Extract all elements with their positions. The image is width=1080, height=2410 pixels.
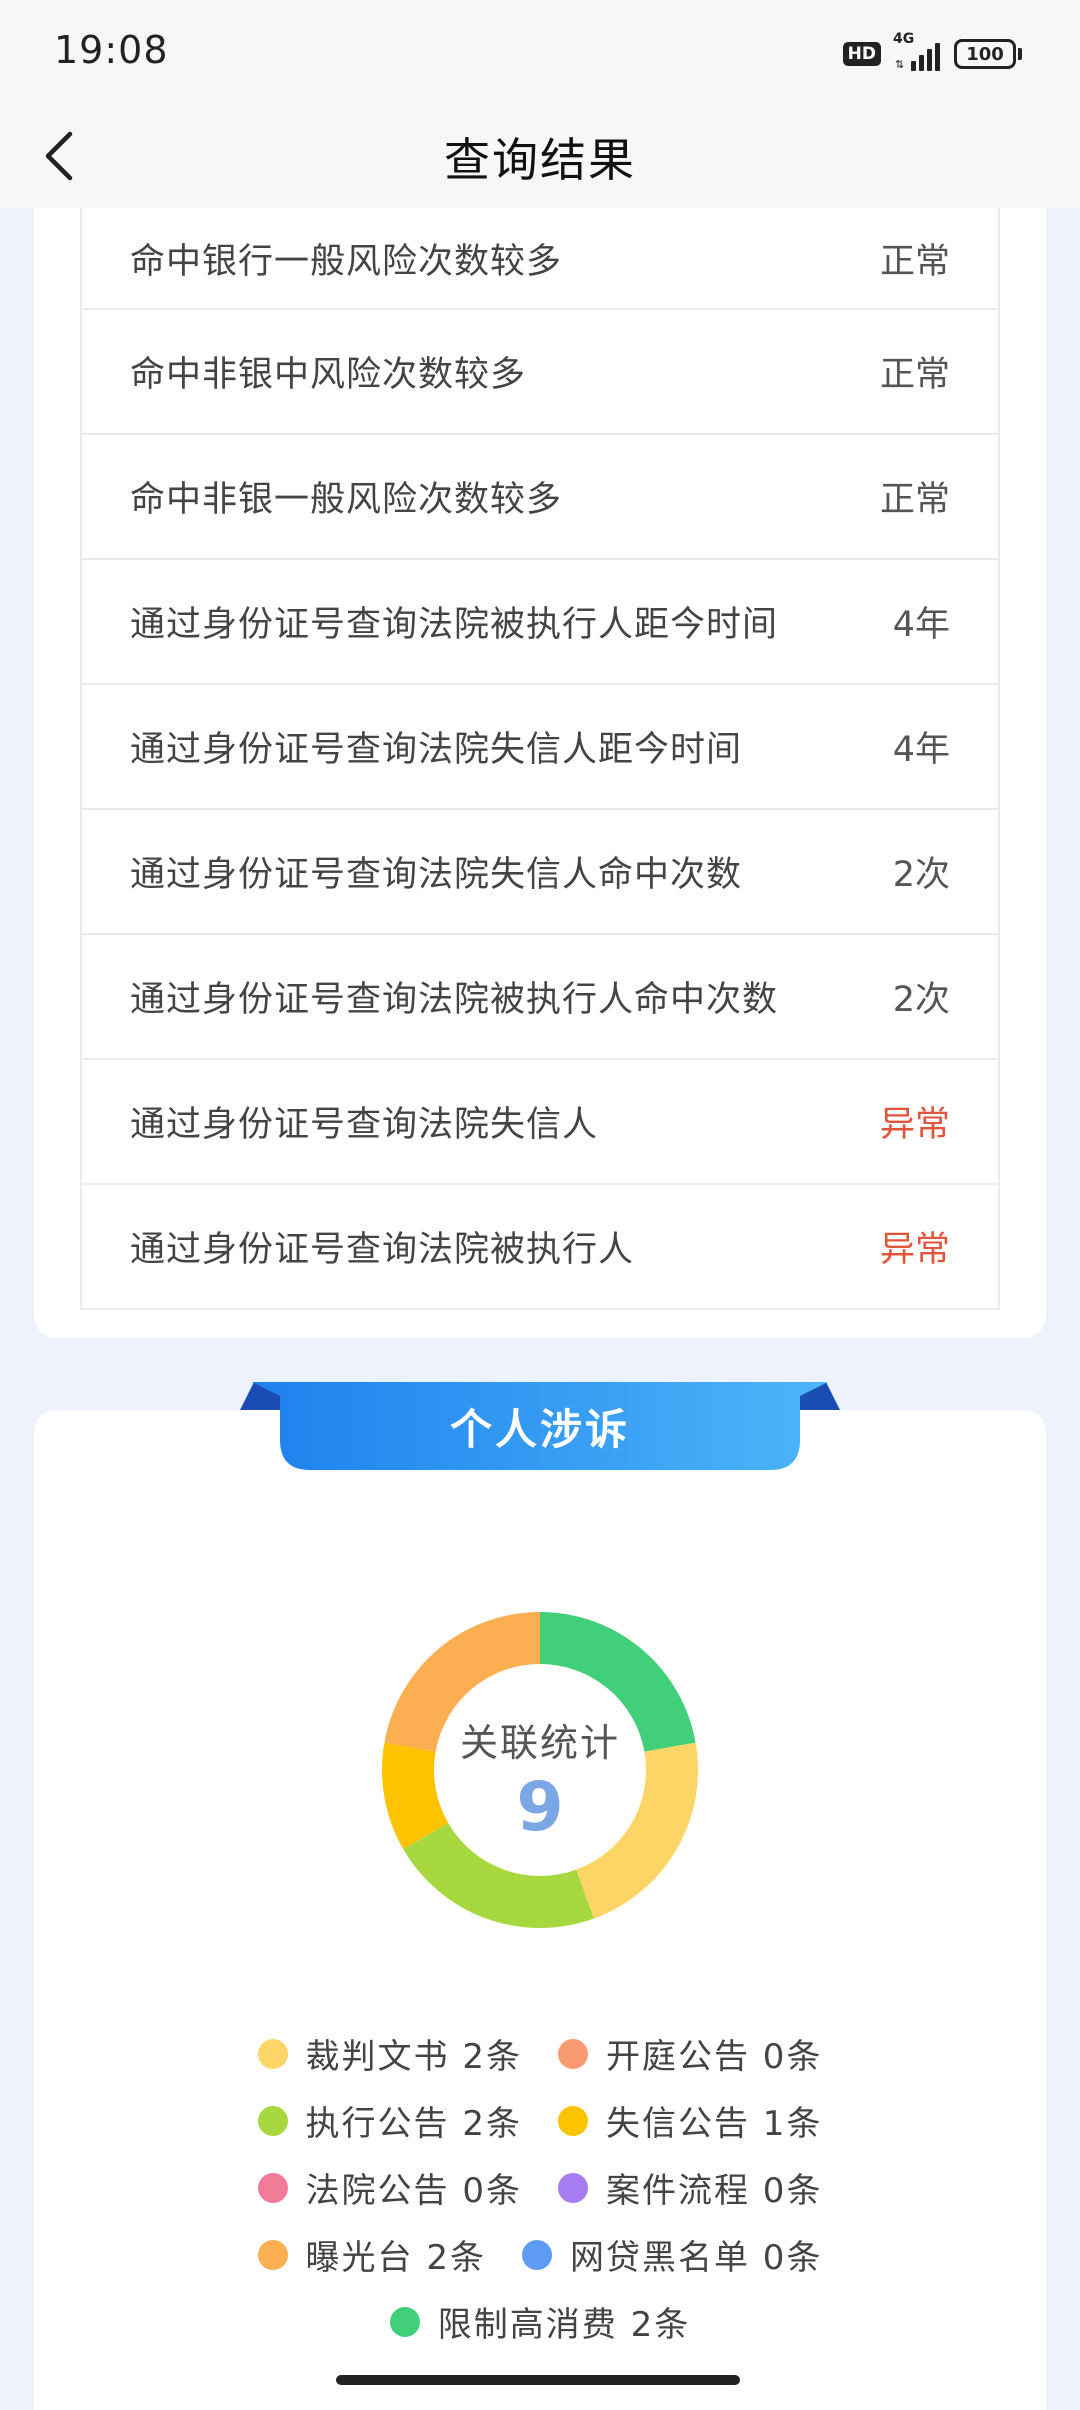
result-label: 命中非银一般风险次数较多	[130, 480, 563, 520]
battery-icon: 100	[954, 39, 1022, 69]
results-card: 命中银行一般风险次数较多 正常 命中非银中风险次数较多 正常 命中非银一般风险次数较多正…	[34, 208, 1046, 1338]
donut-center-total: 9	[516, 1768, 564, 1847]
section-title: 个人涉诉	[449, 1404, 630, 1454]
result-row: 命中银行一般风险次数较多 正常	[82, 208, 998, 310]
legend-label: 法院公告 0条	[305, 2171, 522, 2211]
status-icons: HD 4G ⇅ 100	[842, 31, 1022, 74]
result-value: 4年	[892, 730, 950, 770]
chart-legend: 裁判文书 2条 开庭公告 0条执行公告 2条 失信公告 1条法院公告 0条 案件流程 …	[0, 2020, 1080, 2355]
result-row: 通过身份证号查询法院被执行人命中次数 2次	[82, 935, 998, 1060]
result-value: 2次	[892, 855, 950, 895]
legend-label: 网贷黑名单 0条	[570, 2238, 823, 2278]
legend-label: 开庭公告 0条	[606, 2037, 823, 2077]
result-row: 通过身份证号查询法院失信人 异常	[82, 1060, 998, 1185]
legend-item: 开庭公告 0条	[558, 2029, 822, 2078]
legend-label: 案件流程 0条	[606, 2171, 823, 2211]
result-label: 通过身份证号查询法院被执行人命中次数	[130, 980, 779, 1020]
legend-row: 限制高消费 2条	[0, 2288, 1080, 2355]
donut-center-label: 关联统计	[459, 1721, 620, 1765]
result-label: 通过身份证号查询法院失信人距今时间	[130, 730, 743, 770]
legend-row: 裁判文书 2条 开庭公告 0条	[0, 2020, 1080, 2087]
result-label: 通过身份证号查询法院被执行人	[130, 1230, 635, 1270]
result-row: 命中非银一般风险次数较多 正常	[82, 435, 998, 560]
legend-item: 网贷黑名单 0条	[522, 2230, 822, 2279]
legend-dot-icon	[257, 2038, 288, 2069]
status-bar: 19:08 HD 4G ⇅ 100	[0, 0, 1080, 106]
legend-item: 失信公告 1条	[558, 2096, 822, 2145]
result-value: 异常	[879, 1230, 950, 1270]
legend-label: 执行公告 2条	[305, 2104, 522, 2144]
home-indicator[interactable]	[336, 2375, 740, 2385]
legend-item: 法院公告 0条	[257, 2163, 522, 2212]
signal-icon: 4G ⇅	[893, 31, 940, 71]
legend-dot-icon	[257, 2172, 288, 2203]
status-time: 19:08	[54, 28, 169, 72]
legend-dot-icon	[257, 2105, 288, 2136]
results-table: 命中银行一般风险次数较多 正常 命中非银中风险次数较多 正常 命中非银一般风险次数较多正…	[80, 208, 1000, 1310]
legend-item: 限制高消费 2条	[389, 2297, 691, 2346]
legend-dot-icon	[558, 2105, 588, 2136]
result-value: 正常	[879, 355, 950, 395]
result-label: 通过身份证号查询法院失信人	[130, 1105, 599, 1145]
legend-item: 案件流程 0条	[558, 2163, 822, 2212]
result-row: 通过身份证号查询法院被执行人 异常	[82, 1185, 998, 1310]
result-label: 命中非银中风险次数较多	[130, 355, 527, 395]
legend-item: 执行公告 2条	[257, 2096, 522, 2145]
result-label: 通过身份证号查询法院失信人命中次数	[130, 855, 743, 895]
result-value: 正常	[879, 480, 950, 520]
legend-item: 裁判文书 2条	[257, 2029, 522, 2078]
nav-bar: 查询结果	[0, 106, 1080, 208]
result-label: 通过身份证号查询法院被执行人距今时间	[130, 605, 779, 645]
legend-label: 限制高消费 2条	[437, 2305, 691, 2345]
legend-item: 曝光台 2条	[257, 2230, 486, 2279]
result-label: 命中银行一般风险次数较多	[130, 241, 563, 282]
legend-dot-icon	[257, 2239, 288, 2270]
legend-dot-icon	[522, 2239, 552, 2270]
legend-dot-icon	[389, 2306, 420, 2337]
result-row: 通过身份证号查询法院失信人命中次数 2次	[82, 810, 998, 935]
battery-level: 100	[954, 39, 1016, 69]
legend-row: 曝光台 2条 网贷黑名单 0条	[0, 2221, 1080, 2288]
result-value: 正常	[879, 241, 950, 282]
legend-dot-icon	[558, 2038, 588, 2069]
result-row: 命中非银中风险次数较多 正常	[82, 310, 998, 435]
network-type: 4G	[893, 31, 915, 47]
result-row: 通过身份证号查询法院被执行人距今时间 4年	[82, 560, 998, 685]
result-row: 通过身份证号查询法院失信人距今时间 4年	[82, 685, 998, 810]
legend-dot-icon	[558, 2172, 588, 2203]
legend-label: 失信公告 1条	[606, 2104, 823, 2144]
result-value: 4年	[892, 605, 950, 645]
legend-row: 执行公告 2条 失信公告 1条	[0, 2087, 1080, 2154]
page-title: 查询结果	[444, 133, 636, 187]
legend-label: 裁判文书 2条	[305, 2037, 522, 2077]
data-arrows-icon: ⇅	[895, 58, 905, 71]
result-value: 异常	[879, 1105, 950, 1145]
hd-icon: HD	[842, 42, 881, 66]
legend-label: 曝光台 2条	[305, 2238, 486, 2278]
legend-row: 法院公告 0条 案件流程 0条	[0, 2154, 1080, 2221]
result-value: 2次	[892, 980, 950, 1020]
